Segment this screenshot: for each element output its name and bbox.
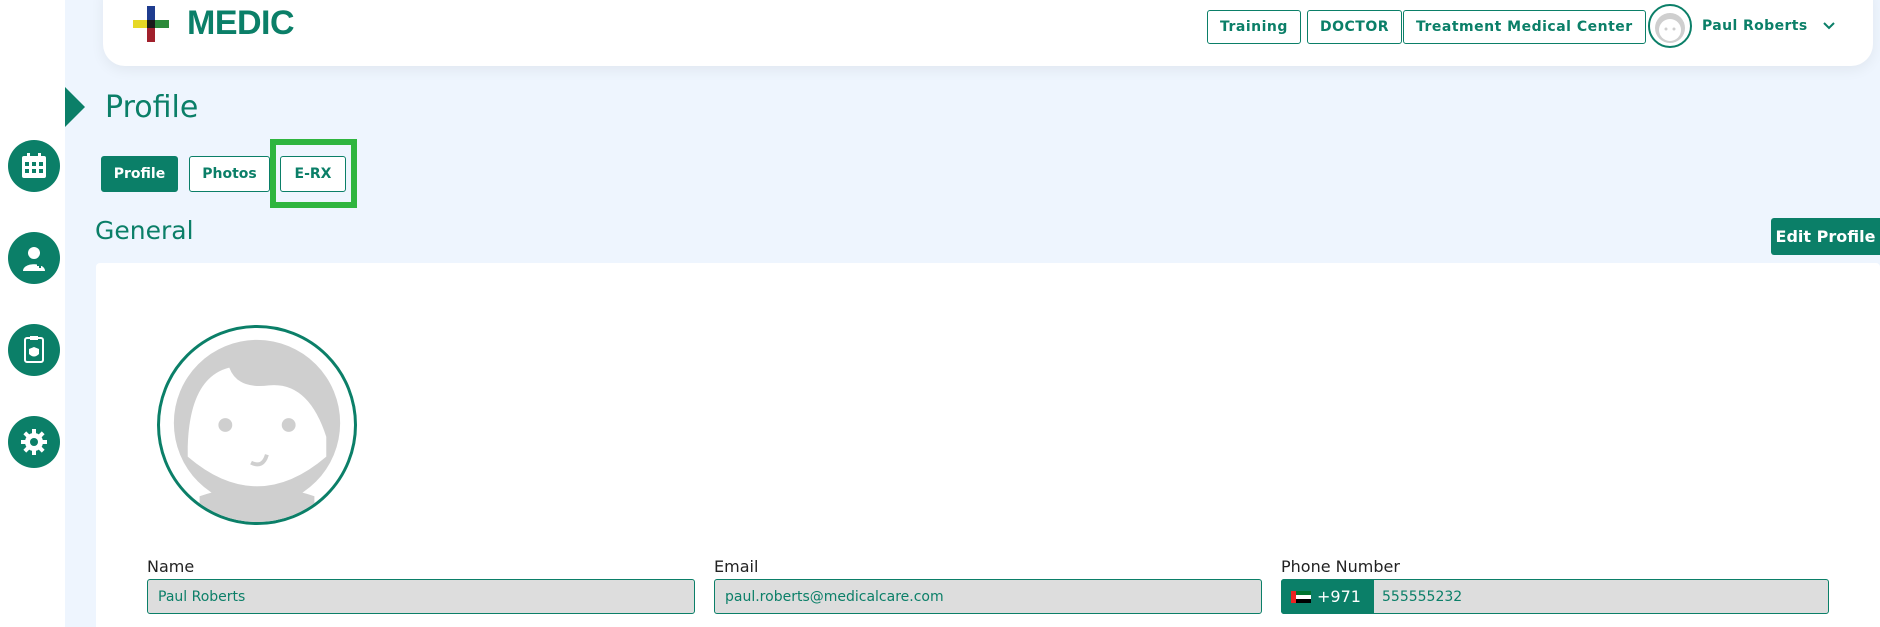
tab-photos[interactable]: Photos: [189, 156, 270, 192]
medical-record-icon: [24, 336, 44, 363]
user-name: Paul Roberts: [1702, 18, 1808, 34]
phone-label: Phone Number: [1281, 557, 1400, 576]
profile-photo[interactable]: [157, 325, 357, 525]
active-page-marker: [65, 87, 85, 127]
avatar: [1648, 4, 1692, 48]
doctor-icon: [23, 247, 45, 271]
top-bar: MEDIC Training DOCTOR Treatment Medical …: [103, 0, 1873, 66]
email-field[interactable]: paul.roberts@medicalcare.com: [714, 579, 1262, 614]
medic-cross-icon: [133, 5, 169, 42]
country-code-selector[interactable]: +971: [1281, 579, 1374, 614]
training-button[interactable]: Training: [1207, 10, 1301, 44]
face-icon: [173, 339, 341, 522]
role-button[interactable]: DOCTOR: [1307, 10, 1403, 44]
uae-flag-icon: [1291, 590, 1311, 603]
name-label: Name: [147, 557, 195, 576]
gear-icon: [21, 429, 47, 455]
email-label: Email: [714, 557, 759, 576]
center-button[interactable]: Treatment Medical Center: [1403, 10, 1646, 44]
chevron-down-icon[interactable]: [1822, 21, 1836, 31]
user-menu[interactable]: Paul Roberts: [1648, 4, 1836, 48]
section-title: General: [95, 216, 194, 245]
name-field[interactable]: Paul Roberts: [147, 579, 695, 614]
app-logo[interactable]: MEDIC: [133, 4, 295, 43]
country-code: +971: [1317, 587, 1361, 606]
sidebar-item-records[interactable]: [8, 324, 60, 376]
tab-profile[interactable]: Profile: [101, 156, 178, 192]
profile-card: [96, 263, 1880, 627]
face-icon: [1655, 13, 1685, 43]
sidebar-item-settings[interactable]: [8, 416, 60, 468]
edit-profile-button[interactable]: Edit Profile: [1771, 218, 1880, 255]
sidebar-item-doctors[interactable]: [8, 232, 60, 284]
logo-text: MEDIC: [187, 4, 295, 42]
tab-highlight-box: [270, 139, 357, 208]
sidebar-item-calendar[interactable]: [8, 140, 60, 192]
calendar-icon: [22, 153, 46, 178]
sidebar: [0, 0, 65, 627]
page-title: Profile: [105, 90, 199, 125]
